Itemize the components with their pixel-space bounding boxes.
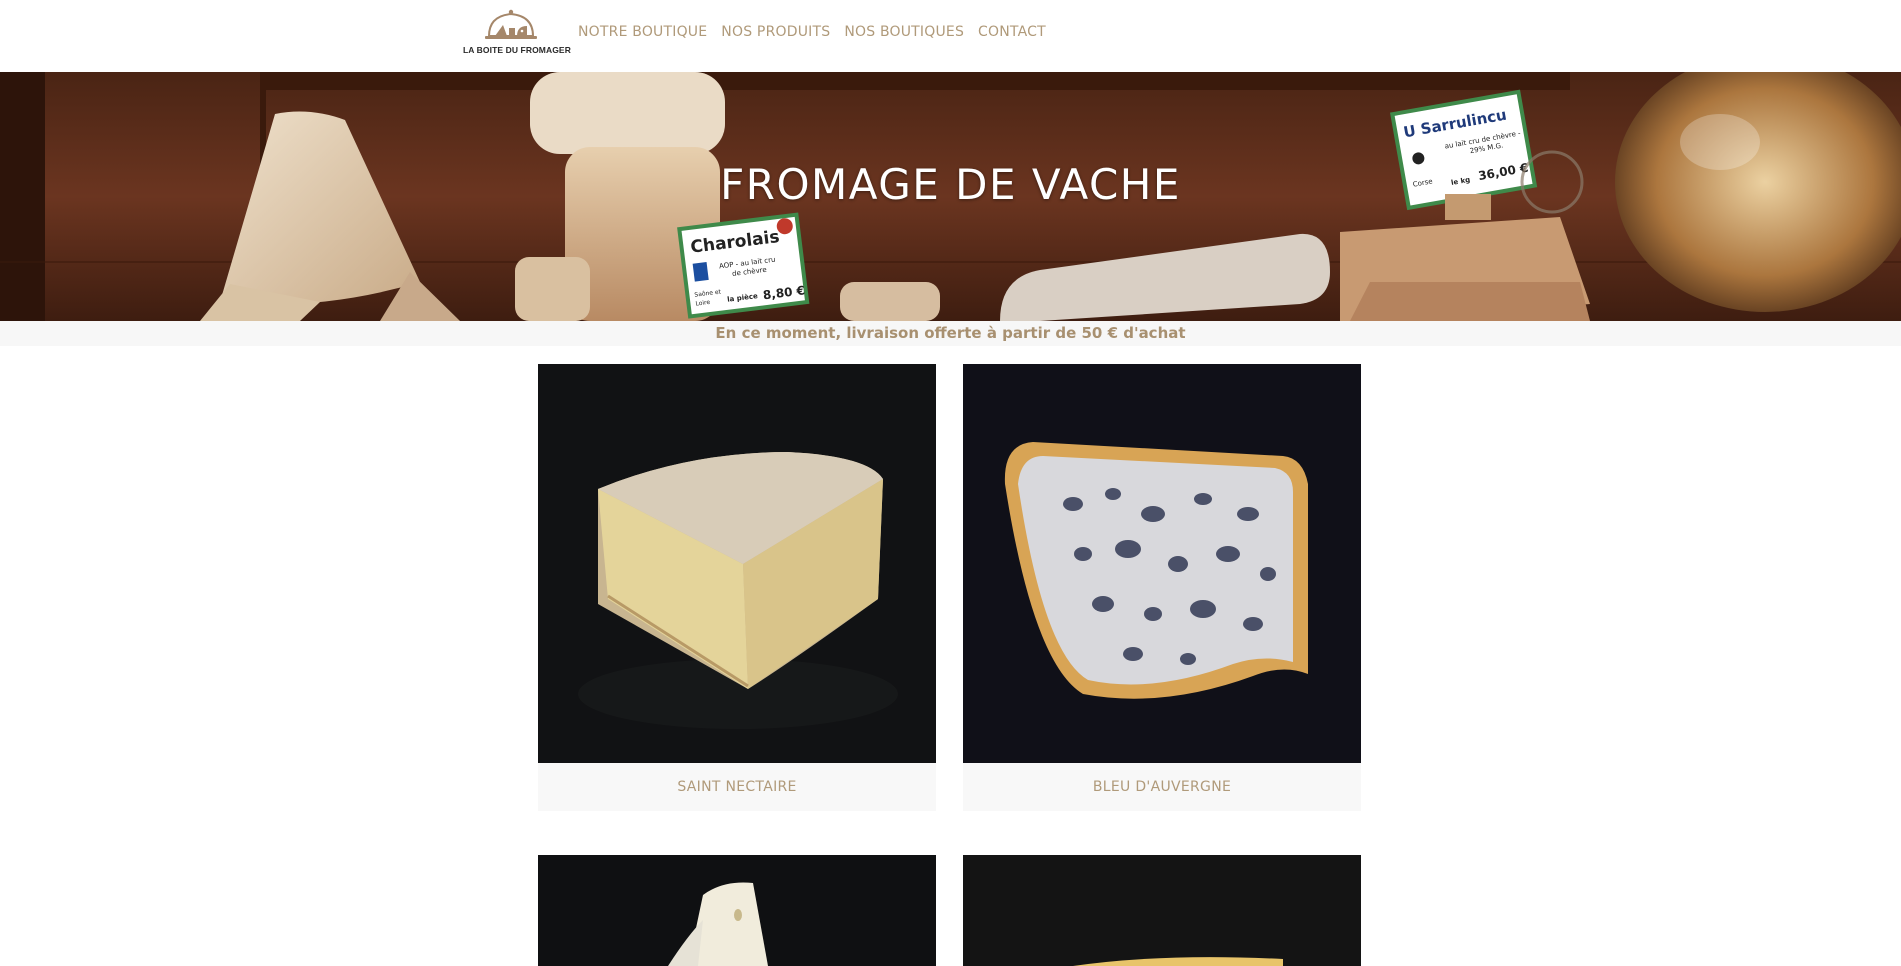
brand-name: LA BOITE DU FROMAGER [463, 45, 571, 55]
saint-nectaire-photo[interactable] [538, 364, 936, 763]
brand-logo[interactable]: LA BOITE DU FROMAGER [463, 8, 571, 64]
bleu-auvergne-photo[interactable] [963, 364, 1361, 763]
hard-cheese-photo[interactable] [963, 855, 1361, 966]
product-name[interactable]: BLEU D'AUVERGNE [963, 763, 1361, 811]
white-rind-cheese-photo[interactable] [538, 855, 936, 966]
cheese-image [963, 855, 1361, 966]
nav-notre-boutique[interactable]: NOTRE BOUTIQUE [578, 24, 707, 40]
cheese-image [538, 855, 936, 966]
main-nav: NOTRE BOUTIQUE NOS PRODUITS NOS BOUTIQUE… [578, 24, 1046, 40]
site-header: LA BOITE DU FROMAGER NOTRE BOUTIQUE NOS … [0, 0, 1901, 72]
page-title: FROMAGE DE VACHE [720, 160, 1181, 209]
cheese-image [538, 364, 936, 763]
product-card-4[interactable] [963, 855, 1361, 966]
cheese-cloche-logo-icon [485, 9, 537, 39]
nav-nos-produits[interactable]: NOS PRODUITS [721, 24, 830, 40]
hero-banner: Charolais AOP - au lait cru de chèvre Sa… [0, 72, 1901, 321]
product-name[interactable]: SAINT NECTAIRE [538, 763, 936, 811]
product-card-saint-nectaire[interactable]: SAINT NECTAIRE [538, 364, 936, 811]
nav-contact[interactable]: CONTACT [978, 24, 1046, 40]
product-card-3[interactable] [538, 855, 936, 966]
promo-banner: En ce moment, livraison offerte à partir… [0, 321, 1901, 346]
cheese-image [963, 364, 1361, 763]
product-card-bleu-auvergne[interactable]: BLEU D'AUVERGNE [963, 364, 1361, 811]
nav-nos-boutiques[interactable]: NOS BOUTIQUES [844, 24, 964, 40]
